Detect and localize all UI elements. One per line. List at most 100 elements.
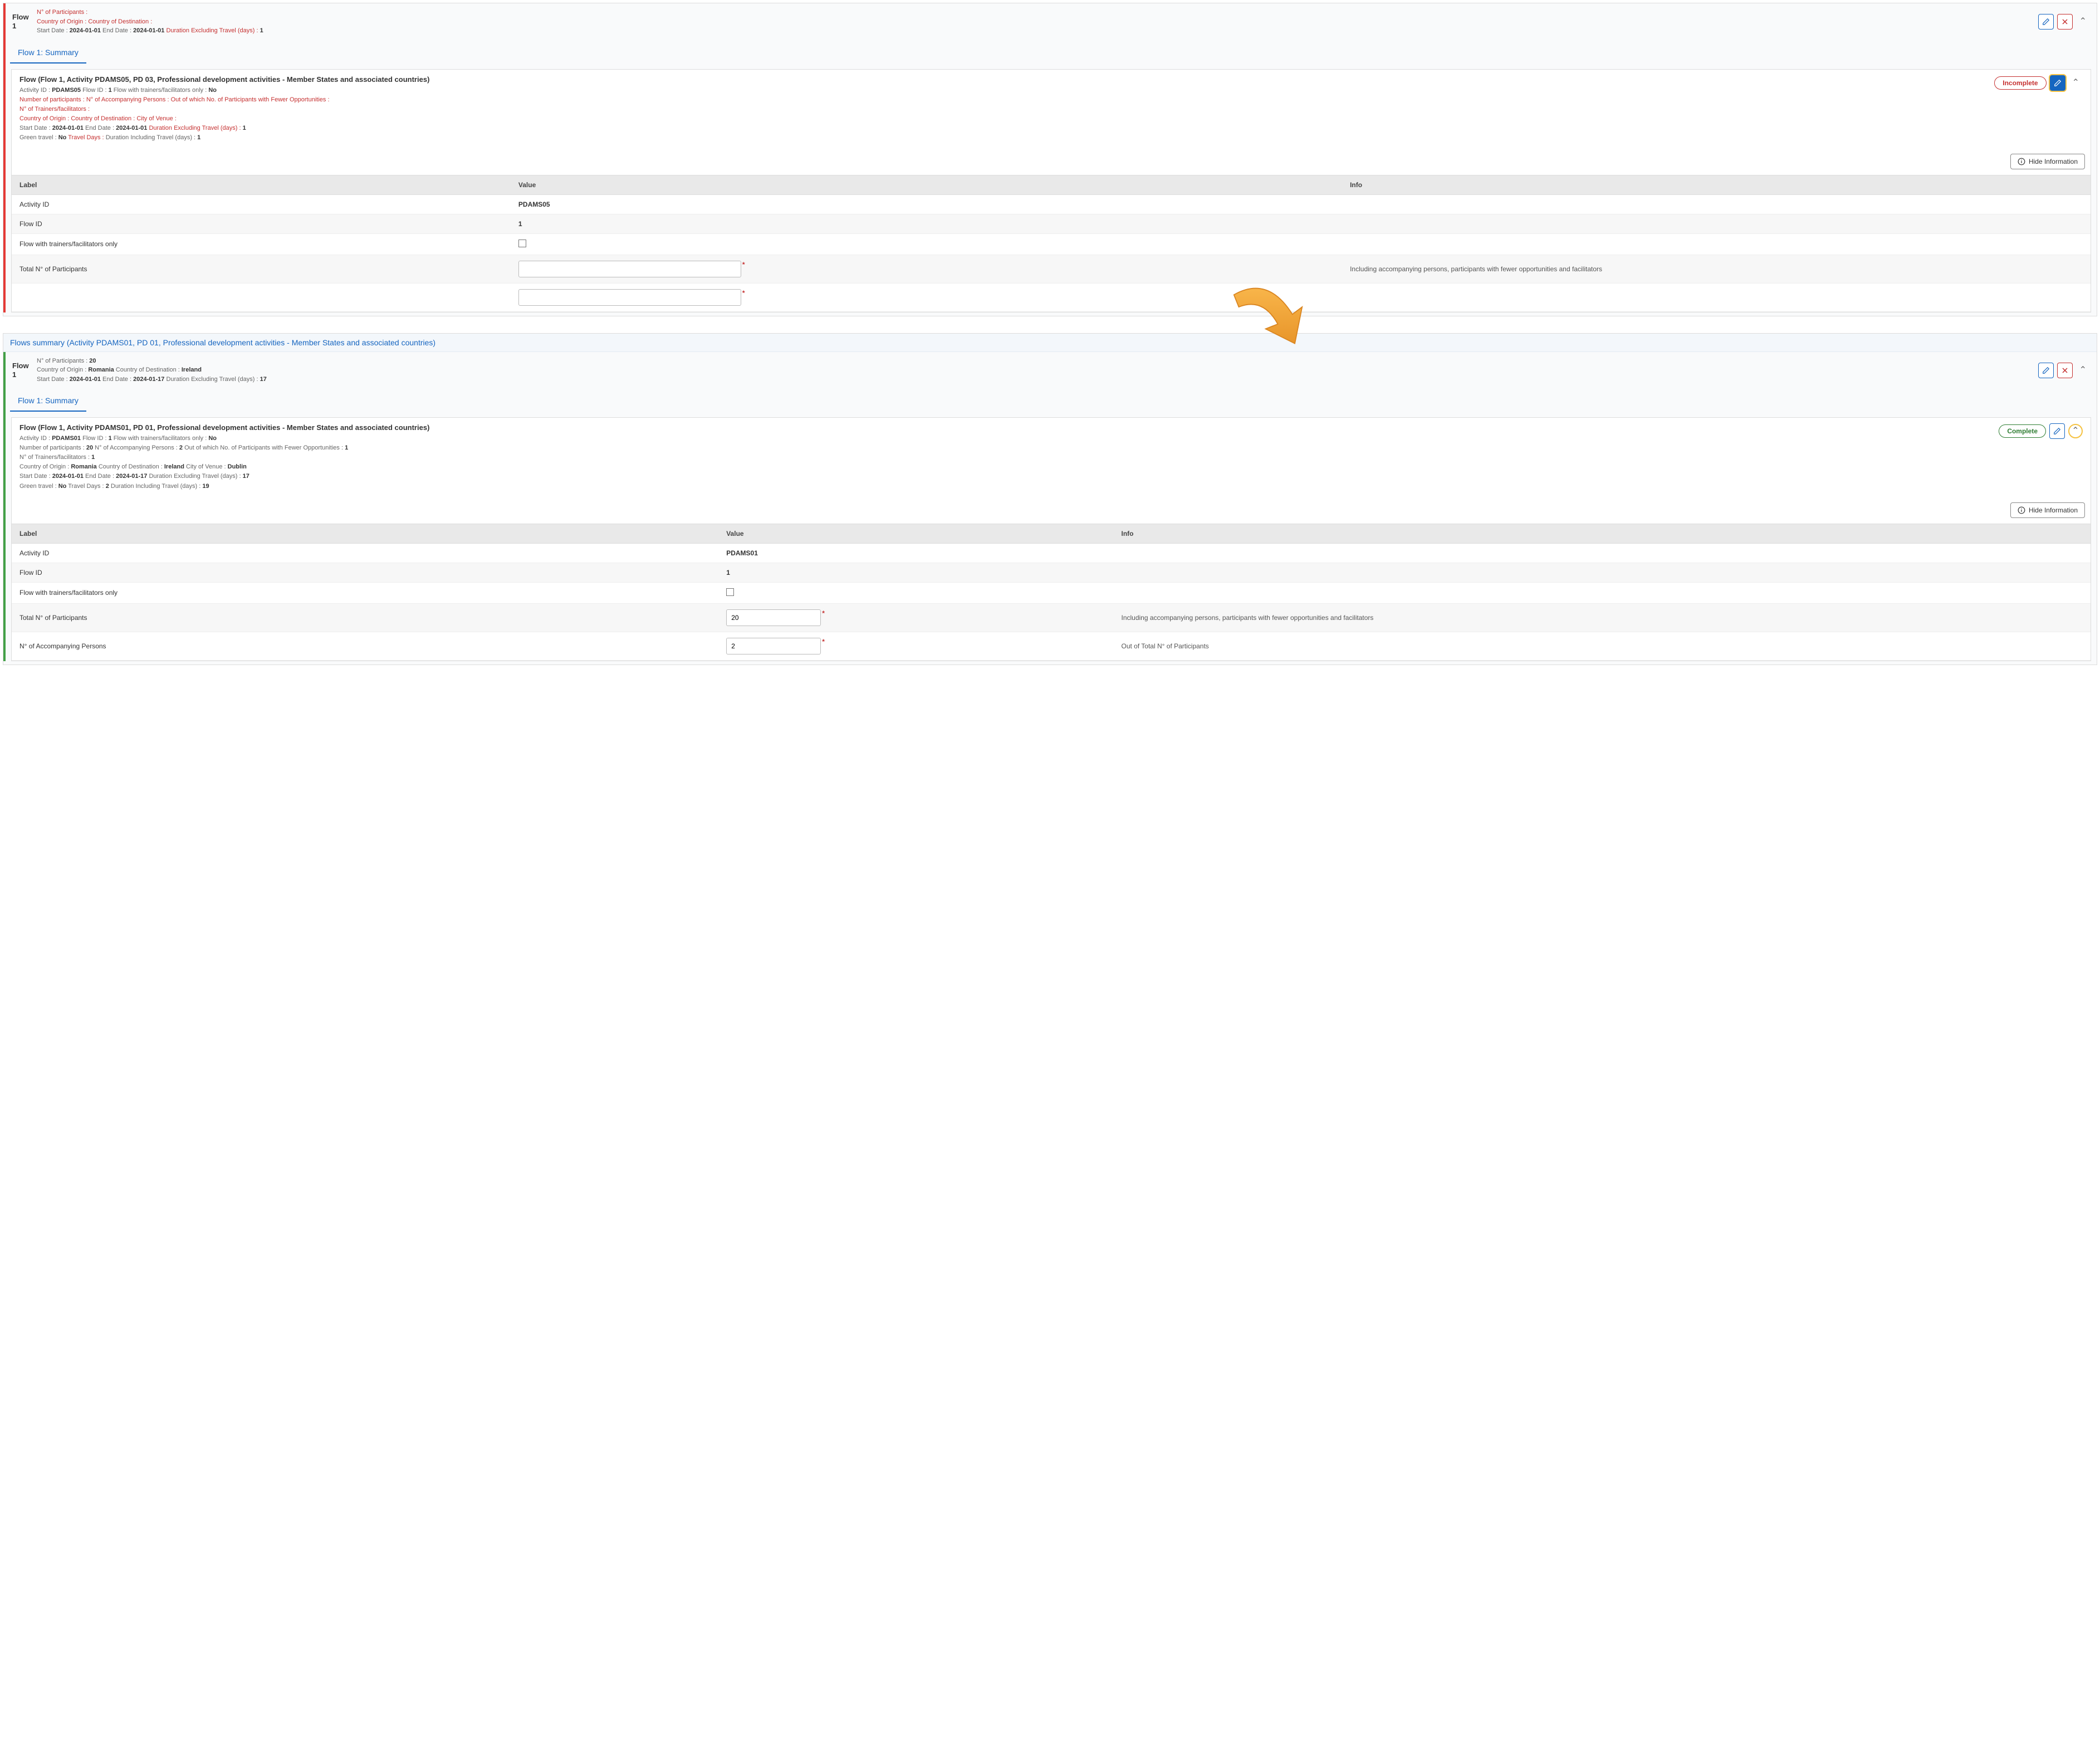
cell-value-text: PDAMS05 — [518, 201, 550, 208]
detail-lines: Activity ID : PDAMS05 Flow ID : 1 Flow w… — [19, 86, 1989, 143]
d-ntrainers-label: N° of Trainers/facilitators : — [19, 454, 90, 461]
input-total-participants[interactable] — [518, 261, 741, 277]
pencil-icon — [2042, 367, 2050, 374]
summary-link[interactable]: Flow 1: Summary — [10, 42, 86, 63]
cell-label: Activity ID — [12, 543, 718, 563]
status-badge-complete: Complete — [1999, 424, 2046, 438]
section-complete: Flows summary (Activity PDAMS01, PD 01, … — [3, 333, 2097, 665]
input-n-accompanying[interactable] — [726, 638, 821, 654]
hide-info-button[interactable]: Hide Information — [2010, 502, 2085, 518]
flow-actions-top: ⌃ — [2038, 14, 2090, 30]
table-row: Total N° of Participants * Including acc… — [12, 255, 2091, 283]
d-ntrainers: 1 — [91, 454, 95, 461]
delete-button[interactable] — [2057, 363, 2073, 378]
d-trainers-only: No — [208, 435, 217, 442]
flow-label: Flow 1 — [12, 361, 37, 379]
th-value: Value — [718, 524, 1113, 543]
d-naccomp-label: N° of Accompanying Persons : — [86, 96, 169, 103]
d-fewer-opp-label: Out of which No. of Participants with Fe… — [171, 96, 330, 103]
collapse-toggle[interactable]: ⌃ — [2076, 17, 2090, 26]
hide-info-button[interactable]: Hide Information — [2010, 154, 2085, 169]
d-end-value: 2024-01-01 — [116, 125, 147, 131]
table-row: Flow ID 1 — [12, 563, 2091, 582]
d-naccomp: 2 — [179, 444, 183, 451]
collapse-toggle-detail[interactable]: ⌃ — [2068, 424, 2083, 438]
required-star: * — [742, 289, 745, 297]
cell-value: 1 — [718, 563, 1113, 582]
cell-label: Total N° of Participants — [12, 255, 511, 283]
cell-label: Flow ID — [12, 563, 718, 582]
status-badge-incomplete: Incomplete — [1994, 76, 2046, 90]
dest-label: Country of Destination : — [116, 367, 180, 373]
detail-card-top: Flow (Flow 1, Activity PDAMS05, PD 03, P… — [11, 69, 2091, 312]
table-row: Flow with trainers/facilitators only — [12, 582, 2091, 603]
flow-actions-bottom: ⌃ — [2038, 363, 2090, 378]
summary-link[interactable]: Flow 1: Summary — [10, 390, 86, 412]
collapse-toggle[interactable]: ⌃ — [2076, 366, 2090, 375]
d-start-label: Start Date : — [19, 473, 51, 480]
table-row: * — [12, 283, 2091, 311]
checkbox-trainers-only[interactable] — [518, 240, 526, 247]
origin-label: Country of Origin : — [37, 367, 86, 373]
d-dest-value: Ireland — [164, 463, 184, 470]
flow-label-text-b: 1 — [12, 22, 16, 30]
cell-info — [1342, 283, 2091, 311]
edit-button-primary[interactable] — [2050, 75, 2065, 91]
d-duration-label: Duration Excluding Travel (days) : — [149, 125, 241, 131]
table-row: Activity ID PDAMS01 — [12, 543, 2091, 563]
cell-value: * — [511, 255, 1342, 283]
d-green-value: No — [58, 134, 67, 141]
d-flow-id-label: Flow ID : — [82, 435, 106, 442]
delete-button[interactable] — [2057, 14, 2073, 30]
d-trainers-only-label: Flow with trainers/facilitators only : — [114, 435, 207, 442]
d-flow-id: 1 — [109, 87, 112, 94]
d-start-label: Start Date : — [19, 125, 51, 131]
table-row: N° of Accompanying Persons * Out of Tota… — [12, 632, 2091, 660]
detail-title: Flow (Flow 1, Activity PDAMS05, PD 03, P… — [19, 75, 1989, 84]
detail-title-block: Flow (Flow 1, Activity PDAMS01, PD 01, P… — [19, 423, 1993, 491]
d-origin-label: Country of Origin : — [19, 463, 69, 470]
cell-label: Flow ID — [12, 214, 511, 233]
d-city-value: Dublin — [228, 463, 247, 470]
d-green-label: Green travel : — [19, 483, 57, 490]
d-origin-label: Country of Origin : — [19, 115, 69, 122]
d-green-value: No — [58, 483, 67, 490]
d-start-value: 2024-01-01 — [52, 125, 84, 131]
edit-button[interactable] — [2038, 14, 2054, 30]
input-total-participants[interactable] — [726, 609, 821, 626]
table-header-row: Label Value Info — [12, 524, 2091, 543]
d-travel-days-value: 2 — [106, 483, 109, 490]
d-green-label: Green travel : — [19, 134, 57, 141]
start-label: Start Date : — [37, 27, 68, 34]
data-table-top: Label Value Info Activity ID PDAMS05 Flo… — [12, 175, 2091, 312]
d-start-value: 2024-01-01 — [52, 473, 84, 480]
flow-header-top: Flow 1 N° of Participants : Country of O… — [3, 3, 2097, 40]
data-table-bottom: Label Value Info Activity ID PDAMS01 Flo… — [12, 524, 2091, 661]
section-incomplete: Flow 1 N° of Participants : Country of O… — [3, 3, 2097, 316]
collapse-toggle-detail[interactable]: ⌃ — [2069, 79, 2083, 87]
required-star: * — [822, 609, 825, 617]
origin-value: Romania — [88, 367, 114, 373]
th-label: Label — [12, 524, 718, 543]
d-activity-id-label: Activity ID : — [19, 435, 50, 442]
edit-button-detail[interactable] — [2049, 423, 2065, 439]
d-duration-incl-value: 19 — [202, 483, 209, 490]
cell-info: Out of Total N° of Participants — [1113, 632, 2091, 660]
d-fewer-opp: 1 — [345, 444, 348, 451]
flow-label-text-a: Flow — [12, 13, 29, 21]
d-duration-incl-label: Duration Including Travel (days) : — [111, 483, 200, 490]
checkbox-trainers-only[interactable] — [726, 588, 734, 596]
d-fewer-opp-label: Out of which No. of Participants with Fe… — [184, 444, 343, 451]
detail-title-block: Flow (Flow 1, Activity PDAMS05, PD 03, P… — [19, 75, 1989, 143]
pencil-icon — [2053, 427, 2061, 435]
edit-button[interactable] — [2038, 363, 2054, 378]
cell-value: 1 — [511, 214, 1342, 233]
cell-value-text: 1 — [726, 569, 730, 577]
d-dest-label: Country of Destination : — [71, 115, 135, 122]
cell-label: Total N° of Participants — [12, 603, 718, 632]
start-value: 2024-01-01 — [70, 27, 101, 34]
detail-card-bottom: Flow (Flow 1, Activity PDAMS01, PD 01, P… — [11, 417, 2091, 661]
input-next-row[interactable] — [518, 289, 741, 306]
flow-meta-top: N° of Participants : Country of Origin :… — [37, 8, 2038, 36]
detail-head: Flow (Flow 1, Activity PDAMS05, PD 03, P… — [12, 70, 2091, 148]
